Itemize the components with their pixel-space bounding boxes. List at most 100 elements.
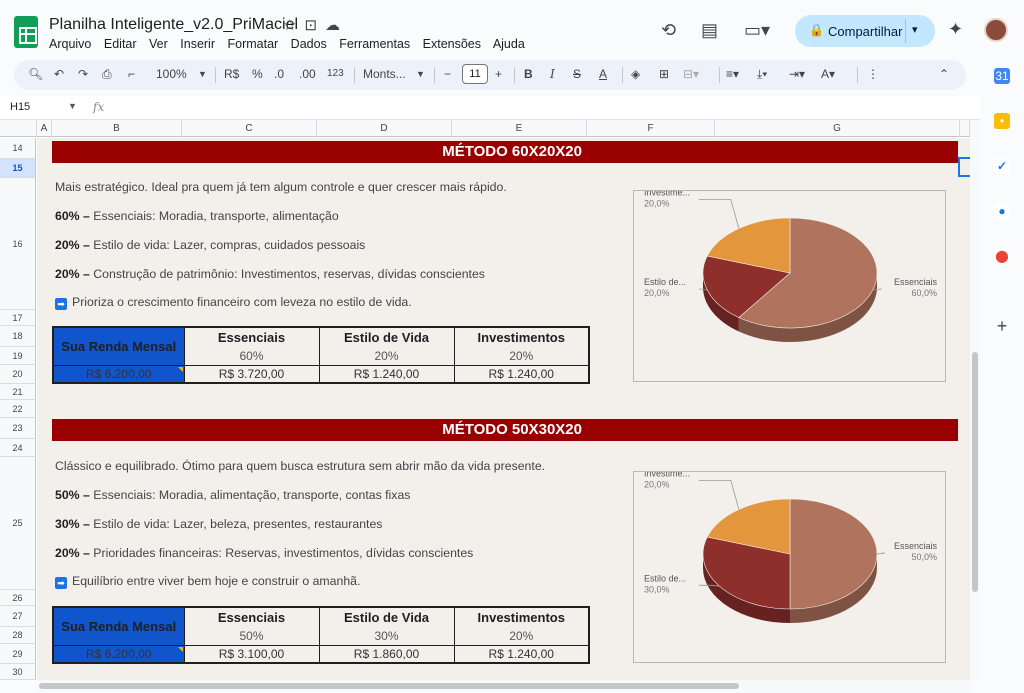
percent-cell[interactable]: 50% (184, 627, 320, 645)
menu-ver[interactable]: Ver (149, 37, 168, 51)
value-cell[interactable]: R$ 3.100,00 (184, 644, 320, 663)
font-size-input[interactable]: 11 (462, 64, 488, 84)
increase-decimal-button[interactable]: .00 (299, 67, 316, 81)
menu-editar[interactable]: Editar (104, 37, 137, 51)
valign-bottom-icon[interactable]: ⤓▾ (757, 67, 767, 82)
add-addon-icon[interactable]: + (994, 317, 1010, 335)
menu-dados[interactable]: Dados (291, 37, 327, 51)
menu-ajuda[interactable]: Ajuda (493, 37, 525, 51)
row-header[interactable]: 18 (0, 326, 36, 347)
value-cell[interactable]: R$ 1.860,00 (319, 644, 455, 663)
chevron-down-icon[interactable]: ▾ (912, 23, 918, 36)
tasks-icon[interactable]: ✓ (994, 158, 1010, 174)
wrap-text-icon[interactable]: ⇥▾ (789, 67, 805, 81)
pie-chart-60-20-20[interactable]: Essenciais 60,0% Estilo de... 20,0% Investim… (633, 190, 946, 382)
row-header[interactable]: 20 (0, 365, 36, 384)
row-header[interactable]: 25 (0, 457, 36, 590)
table-header-essenciais[interactable]: Essenciais (184, 607, 320, 627)
menu-arquivo[interactable]: Arquivo (49, 37, 91, 51)
history-icon[interactable]: ⟲ (661, 20, 676, 41)
sheets-logo-icon[interactable] (14, 16, 38, 48)
menu-extensoes[interactable]: Extensões (423, 37, 481, 51)
zoom-select[interactable]: 100% (156, 67, 187, 81)
more-formats-button[interactable]: 123 (327, 68, 344, 79)
zoom-chevron-icon[interactable]: ▼ (198, 69, 207, 79)
redo-icon[interactable]: ↷ (78, 67, 88, 81)
renda-label-cell[interactable]: Sua Renda Mensal (53, 607, 185, 645)
row-header[interactable]: 14 (0, 138, 36, 159)
name-box[interactable]: H15 (10, 101, 30, 113)
row-header[interactable]: 30 (0, 664, 36, 680)
row-header[interactable]: 26 (0, 590, 36, 606)
scrollbar-thumb[interactable] (39, 683, 739, 689)
column-header-a[interactable]: A (37, 120, 52, 137)
paint-format-icon[interactable]: ⌐ (128, 67, 135, 81)
menu-inserir[interactable]: Inserir (180, 37, 215, 51)
percent-cell[interactable]: 60% (184, 347, 320, 365)
align-left-icon[interactable]: ≡▾ (726, 67, 739, 81)
row-header[interactable]: 24 (0, 439, 36, 457)
row-header[interactable]: 17 (0, 310, 36, 326)
cloud-status-icon[interactable]: ☁ (325, 17, 348, 34)
bold-icon[interactable]: B (524, 67, 533, 81)
horizontal-scrollbar[interactable] (37, 680, 970, 693)
maps-icon[interactable]: ⬤ (994, 248, 1010, 264)
decrease-font-icon[interactable]: − (444, 67, 451, 81)
menu-formatar[interactable]: Formatar (227, 37, 278, 51)
font-chevron-icon[interactable]: ▼ (416, 69, 425, 79)
row-header[interactable]: 19 (0, 347, 36, 365)
column-header-e[interactable]: E (452, 120, 587, 137)
font-family-select[interactable]: Monts... (363, 67, 406, 81)
more-options-icon[interactable]: ⋮ (867, 67, 879, 81)
percent-cell[interactable]: 30% (319, 627, 455, 645)
list-item[interactable]: 50% – Essenciais: Moradia, alimentação, … (55, 488, 410, 502)
collapse-menus-icon[interactable]: ⌃ (939, 67, 949, 81)
row-header[interactable]: 28 (0, 627, 36, 644)
doc-title[interactable]: Planilha Inteligente_v2.0_PriMaciel (49, 16, 298, 34)
currency-format-button[interactable]: R$ (224, 67, 239, 81)
percent-format-button[interactable]: % (252, 67, 263, 81)
text-color-icon[interactable]: A (599, 67, 607, 81)
renda-label-cell[interactable]: Sua Renda Mensal (53, 327, 185, 365)
table-header-essenciais[interactable]: Essenciais (184, 327, 320, 347)
renda-input-cell[interactable]: R$ 6.200,00 (53, 644, 185, 663)
list-item[interactable]: 20% – Estilo de vida: Lazer, compras, cu… (55, 238, 365, 252)
row-header[interactable]: 23 (0, 418, 36, 439)
print-icon[interactable]: ⎙ (102, 67, 112, 82)
table-header-estilo[interactable]: Estilo de Vida (319, 607, 455, 627)
section-banner-50-30-20[interactable]: MÉTODO 50X30X20 (52, 419, 958, 441)
share-button[interactable]: 🔒 Compartilhar ▾ (795, 15, 935, 47)
value-cell[interactable]: R$ 1.240,00 (454, 364, 590, 383)
row-header[interactable]: 29 (0, 644, 36, 664)
move-folder-icon[interactable]: ⊡ (304, 17, 325, 34)
meet-icon[interactable]: ▭▾ (744, 20, 770, 41)
merge-cells-icon[interactable]: ⊟▾ (683, 67, 699, 81)
section-intro[interactable]: Clássico e equilibrado. Ótimo para quem … (55, 459, 545, 473)
column-header-f[interactable]: F (587, 120, 715, 137)
avatar[interactable] (984, 18, 1008, 42)
contacts-icon[interactable]: ● (994, 203, 1010, 219)
calendar-icon[interactable]: 31 (994, 68, 1010, 84)
gemini-icon[interactable]: ✦ (948, 19, 963, 40)
text-rotation-icon[interactable]: A▾ (821, 67, 835, 81)
section-note[interactable]: ➡ Equilíbrio entre viver bem hoje e const… (55, 574, 360, 589)
column-header-d[interactable]: D (317, 120, 452, 137)
row-header[interactable]: 27 (0, 606, 36, 627)
list-item[interactable]: 60% – Essenciais: Moradia, transporte, a… (55, 209, 339, 223)
row-header[interactable]: 16 (0, 178, 36, 310)
menu-ferramentas[interactable]: Ferramentas (339, 37, 410, 51)
strikethrough-icon[interactable]: S (573, 67, 581, 81)
keep-icon[interactable]: • (994, 113, 1010, 129)
list-item[interactable]: 20% – Construção de patrimônio: Investim… (55, 267, 485, 281)
list-item[interactable]: 30% – Estilo de vida: Lazer, beleza, pre… (55, 517, 382, 531)
column-header-h[interactable] (960, 120, 970, 137)
value-cell[interactable]: R$ 1.240,00 (319, 364, 455, 383)
renda-input-cell[interactable]: R$ 6.200,00 (53, 364, 185, 383)
section-intro[interactable]: Mais estratégico. Ideal pra quem já tem … (55, 180, 507, 194)
table-header-investimentos[interactable]: Investimentos (454, 607, 590, 627)
name-box-chevron-icon[interactable]: ▼ (68, 101, 77, 111)
row-header[interactable]: 22 (0, 400, 36, 418)
undo-icon[interactable]: ↶ (54, 67, 64, 81)
list-item[interactable]: 20% – Prioridades financeiras: Reservas,… (55, 546, 473, 560)
percent-cell[interactable]: 20% (319, 347, 455, 365)
